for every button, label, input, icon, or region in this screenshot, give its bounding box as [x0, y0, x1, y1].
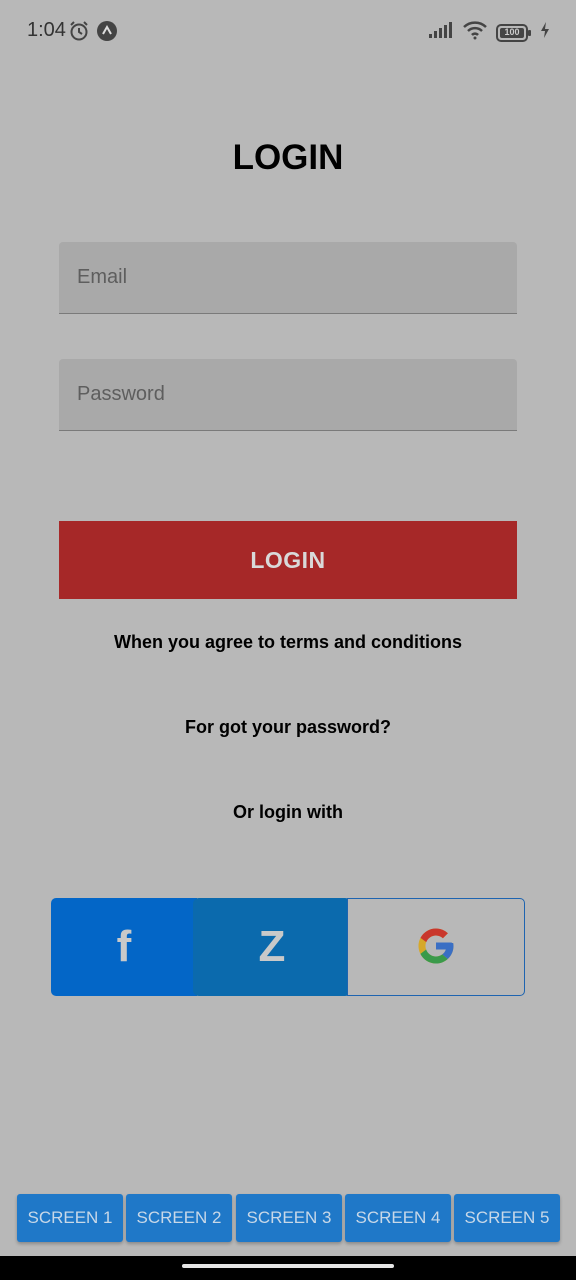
status-left-icons [68, 20, 118, 47]
wifi-icon [462, 20, 488, 45]
zalo-login-button[interactable]: Z [193, 898, 351, 996]
facebook-login-button[interactable]: f [51, 898, 197, 996]
login-button[interactable]: LOGIN [59, 521, 517, 599]
zalo-icon: Z [258, 922, 286, 971]
status-right-icons: 100 [428, 20, 550, 45]
alarm-icon [68, 20, 90, 47]
tab-screen-3[interactable]: SCREEN 3 [236, 1194, 342, 1242]
or-login-with-text: Or login with [233, 802, 343, 822]
status-bar: 1:04 100 [0, 0, 576, 62]
page-title: LOGIN [232, 138, 344, 177]
google-icon [415, 925, 457, 970]
status-time: 1:04 [27, 19, 66, 41]
tab-screen-4[interactable]: SCREEN 4 [345, 1194, 451, 1242]
screen-tab-bar: SCREEN 1 SCREEN 2 SCREEN 3 SCREEN 4 SCRE… [0, 1194, 576, 1242]
tab-screen-2[interactable]: SCREEN 2 [126, 1194, 232, 1242]
home-gesture-handle[interactable] [182, 1264, 394, 1268]
system-nav-bar [0, 1256, 576, 1280]
tab-screen-5[interactable]: SCREEN 5 [454, 1194, 560, 1242]
app-notification-icon [96, 20, 118, 47]
battery-level: 100 [504, 26, 520, 37]
password-field[interactable] [59, 359, 517, 431]
terms-text[interactable]: When you agree to terms and conditions [0, 632, 576, 653]
social-login-row: f Z [51, 898, 525, 996]
email-field[interactable] [59, 242, 517, 314]
forgot-password-link[interactable]: For got your password? [0, 717, 576, 738]
signal-icon [428, 21, 454, 44]
facebook-icon: f [116, 922, 132, 971]
google-login-button[interactable] [347, 898, 525, 996]
battery-icon: 100 [496, 23, 532, 42]
charging-icon [540, 21, 550, 44]
tab-screen-1[interactable]: SCREEN 1 [17, 1194, 123, 1242]
